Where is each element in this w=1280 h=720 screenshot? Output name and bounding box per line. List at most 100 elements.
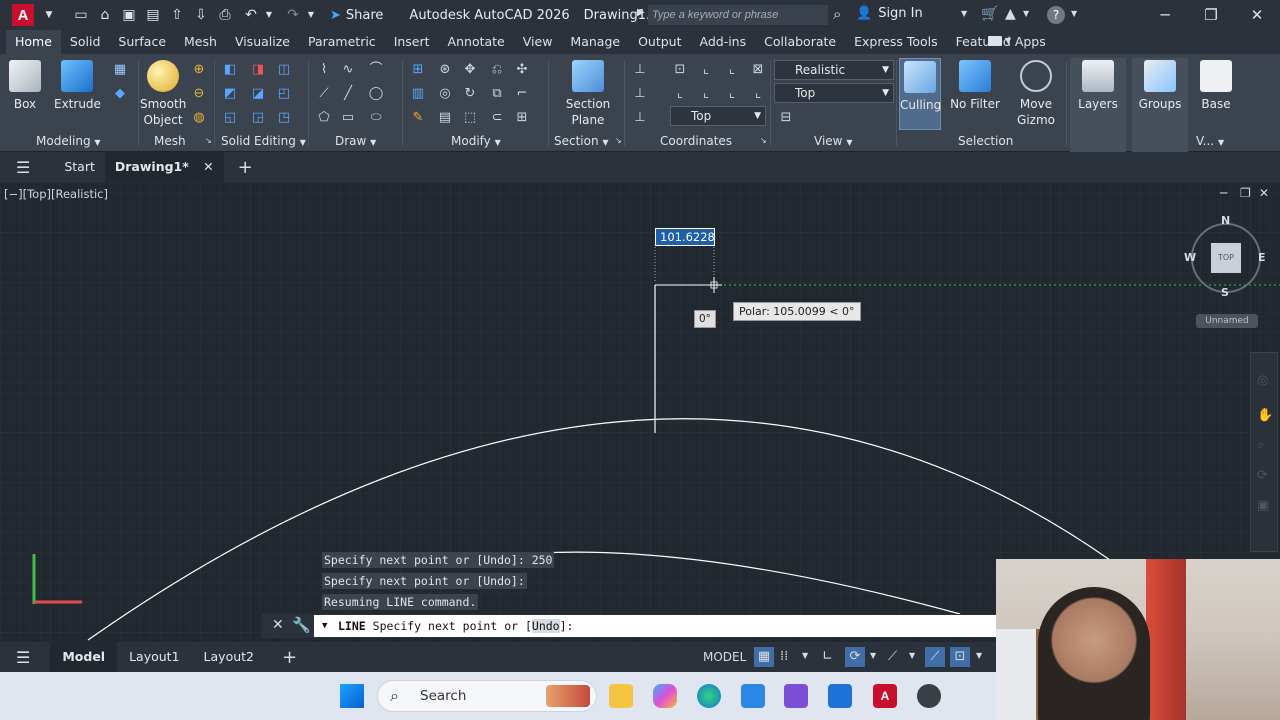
app-menu-dropdown-icon[interactable]: ▼	[40, 6, 58, 24]
object-snap-dropdown-icon[interactable]: ▼	[976, 651, 982, 660]
tab-layout1[interactable]: Layout1	[117, 642, 191, 672]
plot-icon[interactable]: ⎙	[216, 6, 234, 24]
tab-solid[interactable]: Solid	[61, 30, 109, 54]
visual-style-dropdown[interactable]: Realistic ▼	[774, 60, 894, 80]
subtract-icon[interactable]: ◨	[250, 62, 266, 78]
tab-add-ins[interactable]: Add-ins	[691, 30, 756, 54]
ucs-dropdown[interactable]: Top ▼	[670, 106, 766, 126]
steering-wheel-icon[interactable]: ◎	[1257, 373, 1268, 388]
polygon-icon[interactable]: ⬠	[316, 110, 332, 126]
new-layout-icon[interactable]: +	[282, 647, 297, 668]
shell-icon[interactable]: ◲	[250, 110, 266, 126]
extrude-button[interactable]: Extrude	[54, 58, 101, 112]
signin-dropdown-icon[interactable]: ▼	[961, 9, 967, 18]
panel-view[interactable]: View ▼	[814, 134, 852, 148]
viewcube-south[interactable]: S	[1221, 286, 1229, 299]
showmotion-icon[interactable]: ▣	[1257, 498, 1269, 513]
rotate-icon[interactable]: ↻	[462, 86, 478, 102]
open-file-icon[interactable]: ⌂	[96, 6, 114, 24]
tab-collaborate[interactable]: Collaborate	[755, 30, 845, 54]
edge-icon[interactable]	[697, 684, 721, 708]
groups-button[interactable]: Groups	[1132, 58, 1188, 152]
dynamic-input-field[interactable]: 101.6228	[655, 228, 715, 246]
align-icon[interactable]: ⊞	[410, 62, 426, 78]
viewport-config-icon[interactable]: ⊟	[778, 110, 794, 126]
restore-icon[interactable]: ❐	[1196, 4, 1226, 26]
slice-icon[interactable]: ◩	[222, 86, 238, 102]
viewport-controls-label[interactable]: [−][Top][Realistic]	[4, 187, 108, 201]
line-icon[interactable]: ╱	[340, 86, 356, 102]
sign-in-button[interactable]: 👤 Sign In	[856, 6, 923, 21]
fillet-icon[interactable]: ⌐	[514, 86, 530, 102]
search-expand-icon[interactable]: ▶	[637, 7, 645, 18]
ucs-x-icon[interactable]: ⌞	[724, 62, 740, 78]
interfere-icon[interactable]: ◪	[250, 86, 266, 102]
file-explorer-icon[interactable]	[609, 684, 633, 708]
object-snap-tracking-icon[interactable]: ⟋	[925, 647, 945, 667]
share-button[interactable]: ➤ Share	[330, 8, 383, 23]
tab-drawing1[interactable]: Drawing1* ✕	[104, 152, 224, 182]
panel-modeling[interactable]: Modeling ▼	[36, 134, 101, 148]
culling-button[interactable]: Culling	[899, 58, 941, 130]
ucs-menu[interactable]: Unnamed	[1196, 314, 1258, 328]
rect-array-icon[interactable]: ⊞	[514, 110, 530, 126]
close-command-line-icon[interactable]: ✕	[272, 617, 284, 633]
tab-home[interactable]: Home	[6, 30, 61, 54]
intersect-icon[interactable]: ◱	[222, 110, 238, 126]
ucs-face-icon[interactable]: ⌞	[672, 86, 688, 102]
scale-icon[interactable]: ✣	[514, 62, 530, 78]
close-icon[interactable]: ✕	[1242, 4, 1272, 26]
3d-rotate-icon[interactable]: ⊛	[437, 62, 453, 78]
tab-manage[interactable]: Manage	[561, 30, 629, 54]
no-filter-button[interactable]: No Filter	[950, 58, 1000, 112]
union-icon[interactable]: ◧	[222, 62, 238, 78]
search-icon[interactable]: ⌕	[833, 5, 841, 23]
erase-icon[interactable]: ✎	[410, 110, 426, 126]
ucs-view-icon[interactable]: ⊠	[750, 62, 766, 78]
3d-array-icon[interactable]: ▤	[437, 110, 453, 126]
new-tab-icon[interactable]: +	[238, 157, 253, 178]
mesh-refine-icon[interactable]: ◍	[191, 110, 207, 126]
panel-mesh[interactable]: Mesh	[154, 134, 186, 148]
panel-draw[interactable]: Draw ▼	[335, 134, 376, 148]
obs-icon[interactable]	[917, 684, 941, 708]
undo-dropdown-icon[interactable]: ▼	[260, 6, 278, 24]
undo-icon[interactable]: ↶	[242, 6, 260, 24]
recent-commands-icon[interactable]: ▼	[322, 615, 327, 637]
command-option-undo[interactable]: Undo	[531, 619, 560, 633]
ribbon-toggle-dropdown-icon[interactable]: ▼	[1005, 36, 1011, 45]
ucs-zaxis-icon[interactable]: ⌞	[750, 86, 766, 102]
coordinates-panel-launcher-icon[interactable]: ↘	[760, 136, 767, 145]
viewport-close-icon[interactable]: ✕	[1259, 186, 1269, 200]
snap-dropdown-icon[interactable]: ▼	[802, 651, 808, 660]
help-dropdown-icon[interactable]: ▼	[1071, 9, 1077, 18]
base-button[interactable]: Base	[1196, 58, 1236, 112]
windows-start-icon[interactable]	[340, 684, 364, 708]
object-snap-icon[interactable]: ⊡	[950, 647, 970, 667]
tab-mesh[interactable]: Mesh	[175, 30, 226, 54]
tab-layout2[interactable]: Layout2	[192, 642, 266, 672]
tab-parametric[interactable]: Parametric	[299, 30, 385, 54]
viewcube-north[interactable]: N	[1221, 214, 1230, 227]
ortho-icon[interactable]: ∟	[822, 649, 833, 664]
box-button[interactable]: Box	[8, 58, 42, 112]
viewcube[interactable]: TOP	[1211, 243, 1241, 273]
save-as-icon[interactable]: ▤	[144, 6, 162, 24]
grid-icon[interactable]: ▦	[754, 647, 774, 667]
viewport-minimize-icon[interactable]: ─	[1220, 186, 1227, 200]
mesh-panel-launcher-icon[interactable]: ↘	[205, 136, 212, 145]
rectangle-icon[interactable]: ▭	[340, 110, 356, 126]
model-space-button[interactable]: MODEL	[703, 650, 746, 664]
ucs-world-icon[interactable]: ⊡	[672, 62, 688, 78]
tab-annotate[interactable]: Annotate	[439, 30, 514, 54]
copilot-icon[interactable]	[653, 684, 677, 708]
tab-insert[interactable]: Insert	[385, 30, 439, 54]
smooth-object-button[interactable]: Smooth Object	[140, 58, 186, 128]
autodesk-icon[interactable]: ▲	[1005, 6, 1016, 22]
ucs-3point-icon[interactable]: ⌞	[724, 86, 740, 102]
polar-icon[interactable]: ⟳	[845, 647, 865, 667]
mirror-icon[interactable]: ⎌	[489, 62, 505, 78]
ucs-origin-icon[interactable]: ⌞	[698, 62, 714, 78]
save-web-icon[interactable]: ⇩	[192, 6, 210, 24]
autocad-taskbar-icon[interactable]: A	[873, 684, 897, 708]
